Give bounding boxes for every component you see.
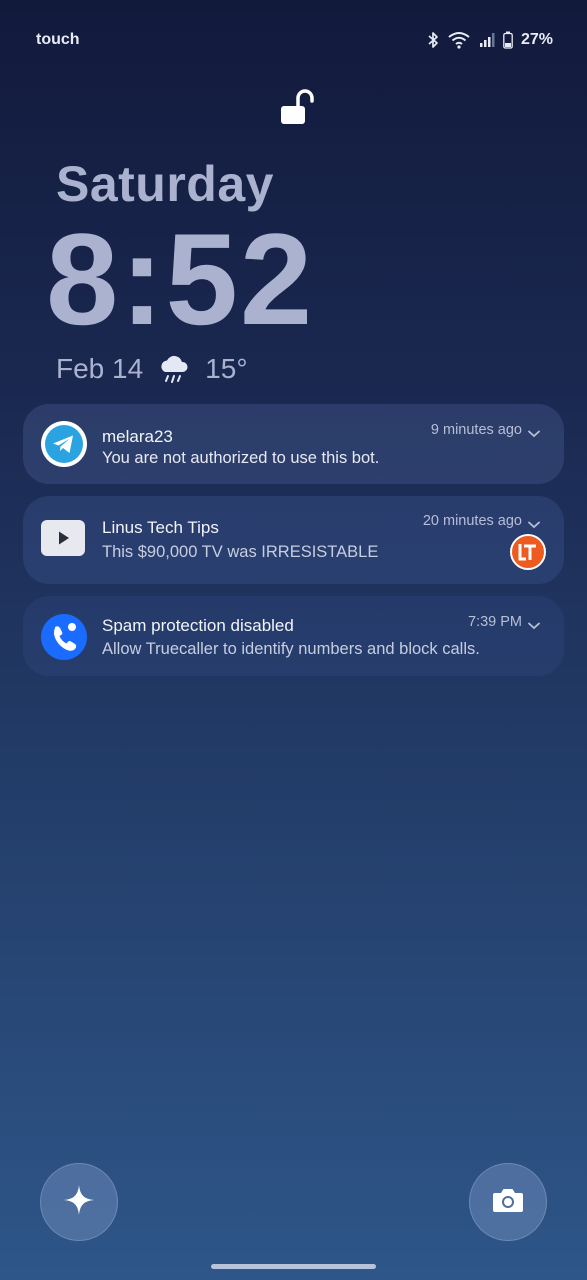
truecaller-icon — [41, 614, 87, 660]
notification-time-label: 9 minutes ago — [430, 422, 522, 438]
notification-youtube[interactable]: Linus Tech Tips This $90,000 TV was IRRE… — [23, 496, 564, 584]
chevron-down-icon[interactable] — [528, 517, 540, 529]
notification-title: Linus Tech Tips — [102, 518, 219, 537]
battery-percent: 27% — [520, 31, 553, 48]
carrier-label: touch — [36, 31, 80, 48]
notification-truecaller[interactable]: Spam protection disabled Allow Truecalle… — [23, 596, 564, 676]
assistant-shortcut-button[interactable] — [40, 1163, 118, 1241]
notification-time: 20 minutes ago — [423, 513, 540, 529]
notification-body: Allow Truecaller to identify numbers and… — [102, 640, 480, 658]
status-icons: 27% — [427, 31, 553, 49]
unlock-icon[interactable] — [279, 88, 317, 128]
notification-title: Spam protection disabled — [102, 616, 294, 635]
notification-body: You are not authorized to use this bot. — [102, 449, 380, 467]
chevron-down-icon[interactable] — [528, 426, 540, 438]
ltt-channel-icon — [510, 534, 546, 570]
telegram-icon — [41, 421, 87, 467]
notification-time: 7:39 PM — [468, 614, 540, 630]
sparkle-icon — [62, 1183, 96, 1222]
notification-time-label: 20 minutes ago — [422, 513, 522, 529]
signal-icon — [479, 32, 495, 48]
youtube-icon — [41, 520, 85, 556]
notification-body: This $90,000 TV was IRRESISTABLE — [102, 543, 379, 561]
home-gesture-bar[interactable] — [211, 1264, 376, 1269]
date-label: Feb 14 — [56, 353, 144, 384]
notification-title: melara23 — [102, 427, 173, 446]
battery-icon — [503, 31, 513, 49]
camera-shortcut-button[interactable] — [469, 1163, 547, 1241]
notification-time: 9 minutes ago — [431, 422, 540, 438]
notification-time-label: 7:39 PM — [468, 614, 522, 630]
bluetooth-icon — [427, 31, 439, 49]
rain-cloud-icon — [157, 352, 191, 386]
date-weather-row[interactable]: Feb 14 15° — [56, 352, 248, 386]
status-bar: touch 27% — [36, 28, 553, 52]
camera-icon — [491, 1185, 525, 1220]
wifi-icon — [447, 31, 471, 49]
chevron-down-icon[interactable] — [528, 618, 540, 630]
temperature-label: 15° — [205, 353, 248, 384]
clock-time: 8:52 — [46, 206, 315, 352]
notification-telegram[interactable]: melara23 You are not authorized to use t… — [23, 404, 564, 484]
day-label: Saturday — [56, 156, 274, 212]
